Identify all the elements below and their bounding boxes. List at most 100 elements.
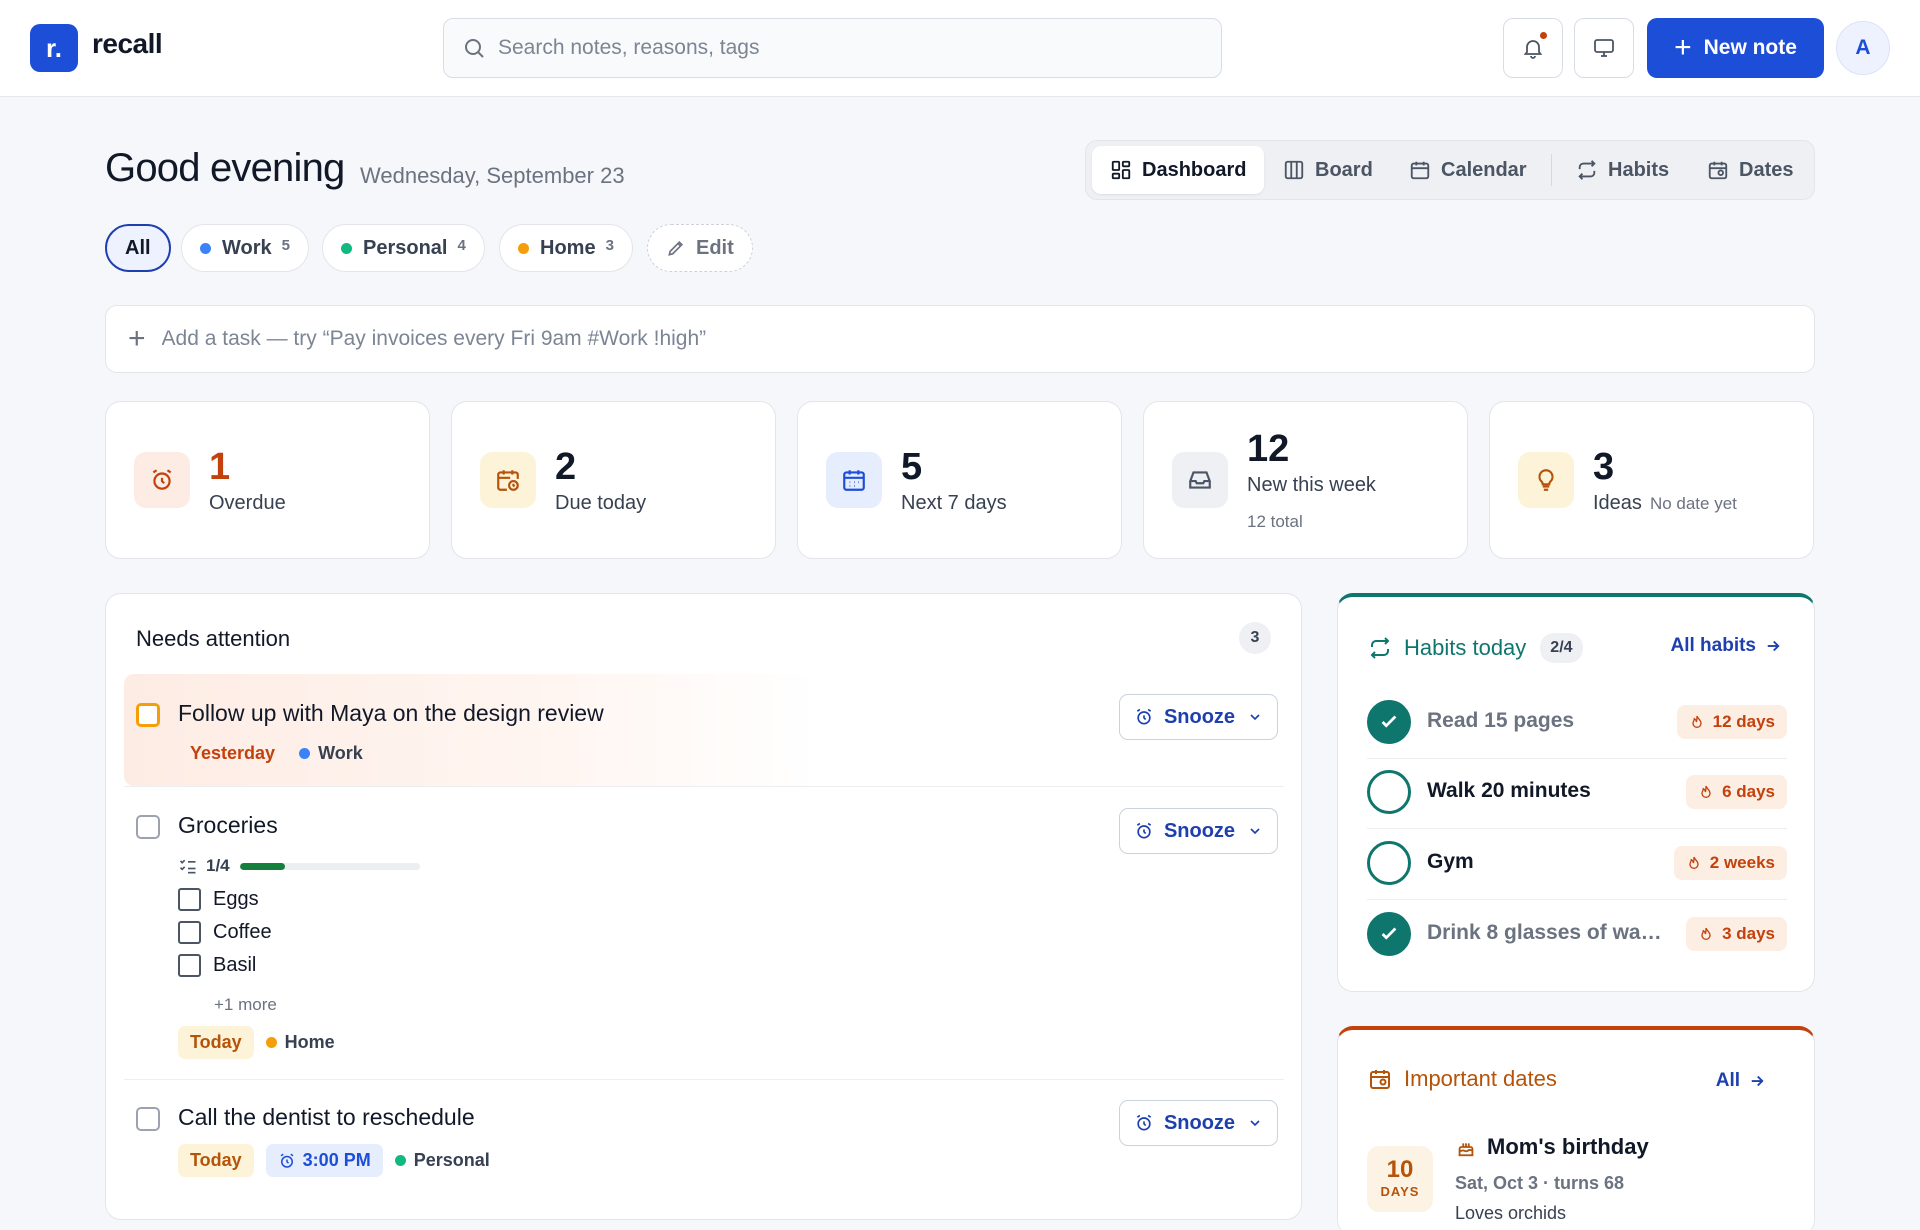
dashboard-icon (1110, 159, 1132, 181)
edit-filters-button[interactable]: Edit (647, 224, 753, 272)
flame-icon (1698, 926, 1714, 942)
add-task-box[interactable]: + (105, 305, 1815, 373)
snooze-button[interactable]: Snooze (1119, 1100, 1278, 1146)
filter-work[interactable]: Work 5 (181, 224, 309, 272)
chevron-down-icon (1247, 709, 1263, 725)
calendar-icon (1409, 159, 1431, 181)
stat-value: 5 (901, 446, 923, 488)
task-title: Groceries (178, 812, 278, 838)
flame-icon (1698, 784, 1714, 800)
stat-card-new-this-week[interactable]: 12 New this week 12 total (1143, 401, 1468, 559)
task-row[interactable]: Follow up with Maya on the design review… (124, 674, 1284, 786)
search-icon (462, 36, 486, 60)
subtask-checkbox[interactable] (178, 954, 201, 977)
stat-value: 3 (1593, 446, 1615, 488)
stat-sub: 12 total (1247, 512, 1303, 531)
subtask-checkbox[interactable] (178, 888, 201, 911)
calendar-clock-icon (480, 452, 536, 508)
top-bar: r. recall + New note A (0, 0, 1920, 97)
habits-title: Habits today 2/4 (1368, 633, 1583, 663)
filter-all[interactable]: All (105, 224, 171, 272)
habit-row[interactable]: Read 15 pages 12 days (1367, 687, 1787, 757)
tab-dashboard[interactable]: Dashboard (1092, 146, 1265, 194)
task-checkbox[interactable] (136, 1107, 160, 1131)
lightbulb-icon (1518, 452, 1574, 508)
task-checkbox[interactable] (136, 703, 160, 727)
time-badge: 3:00 PM (265, 1144, 383, 1177)
habits-progress-badge: 2/4 (1540, 633, 1583, 663)
subtask-checkbox[interactable] (178, 921, 201, 944)
all-dates-link[interactable]: All (1716, 1070, 1766, 1092)
important-dates-panel: Important dates All 10 DAYS Mom's birthd… (1337, 1026, 1815, 1230)
filter-home[interactable]: Home 3 (499, 224, 633, 272)
arrow-right-icon (1764, 637, 1782, 655)
app-name[interactable]: recall (92, 28, 163, 60)
stat-card-overdue[interactable]: 1 Overdue (105, 401, 430, 559)
count-badge: 3 (1239, 622, 1271, 654)
task-checkbox[interactable] (136, 815, 160, 839)
new-note-button[interactable]: + New note (1647, 18, 1824, 78)
home-color-dot (518, 242, 529, 254)
event-date: Sat, Oct 3 · turns 68 (1455, 1173, 1625, 1193)
streak-badge: 6 days (1686, 775, 1787, 809)
plus-icon: + (128, 322, 146, 355)
snooze-button[interactable]: Snooze (1119, 694, 1278, 740)
alarm-icon (134, 452, 190, 508)
habits-panel: Habits today 2/4 All habits Read 15 page… (1337, 593, 1815, 992)
event-title[interactable]: Mom's birthday (1455, 1134, 1649, 1160)
task-row[interactable]: Groceries Snooze 1/4 Eggs Coffee Basil +… (124, 787, 1284, 1079)
habit-name: Read 15 pages (1427, 709, 1575, 732)
avatar[interactable]: A (1836, 21, 1890, 75)
habit-toggle[interactable] (1367, 770, 1411, 814)
habit-toggle[interactable] (1367, 700, 1411, 744)
due-badge: Yesterday (190, 743, 276, 763)
check-icon (1378, 923, 1400, 945)
stat-label: Overdue (209, 492, 286, 514)
subtask-item[interactable]: Eggs (178, 888, 259, 911)
habit-row[interactable]: Gym 2 weeks (1367, 828, 1787, 898)
checklist-progress: 1/4 (178, 856, 420, 876)
tab-dates[interactable]: Dates (1707, 146, 1793, 194)
tag-work: Work (299, 743, 363, 764)
subtask-item[interactable]: Coffee (178, 921, 272, 944)
search-box[interactable] (443, 18, 1222, 78)
more-subtasks-link[interactable]: +1 more (214, 995, 277, 1015)
new-note-label: New note (1703, 36, 1797, 59)
tab-board[interactable]: Board (1283, 146, 1373, 194)
subtask-item[interactable]: Basil (178, 954, 256, 977)
stat-label: Due today (555, 492, 647, 514)
add-task-input[interactable] (161, 327, 1662, 351)
flame-icon (1689, 714, 1705, 730)
habit-row[interactable]: Drink 8 glasses of wa… 3 days (1367, 899, 1787, 969)
tab-calendar[interactable]: Calendar (1409, 146, 1527, 194)
stat-label: New this week (1247, 474, 1376, 496)
stat-card-next-7-days[interactable]: 5 Next 7 days (797, 401, 1122, 559)
progress-bar (239, 862, 420, 870)
calendar-heart-icon (1368, 1067, 1392, 1091)
alarm-icon (1134, 1113, 1154, 1133)
tag-home: Home (265, 1032, 335, 1053)
repeat-icon (1368, 636, 1392, 660)
display-button[interactable] (1574, 18, 1634, 78)
filter-personal[interactable]: Personal 4 (322, 224, 485, 272)
snooze-button[interactable]: Snooze (1119, 808, 1278, 854)
notifications-button[interactable] (1503, 18, 1563, 78)
days-until-badge: 10 DAYS (1367, 1146, 1433, 1212)
search-input[interactable] (498, 36, 1198, 60)
tab-habits[interactable]: Habits (1576, 146, 1669, 194)
calendar-grid-icon (826, 452, 882, 508)
stat-card-due-today[interactable]: 2 Due today (451, 401, 776, 559)
task-row[interactable]: Call the dentist to reschedule Snooze To… (124, 1080, 1284, 1210)
notification-dot (1538, 30, 1549, 41)
all-habits-link[interactable]: All habits (1670, 635, 1782, 657)
habit-row[interactable]: Walk 20 minutes 6 days (1367, 757, 1787, 827)
streak-badge: 2 weeks (1673, 846, 1787, 880)
task-title: Call the dentist to reschedule (178, 1104, 475, 1130)
flame-icon (1686, 855, 1702, 871)
stat-card-ideas[interactable]: 3 Ideas No date yet (1489, 401, 1814, 559)
tag-personal: Personal (394, 1150, 490, 1171)
logo-mark[interactable]: r. (30, 24, 78, 72)
repeat-icon (1576, 159, 1598, 181)
habit-toggle[interactable] (1367, 912, 1411, 956)
habit-toggle[interactable] (1367, 841, 1411, 885)
